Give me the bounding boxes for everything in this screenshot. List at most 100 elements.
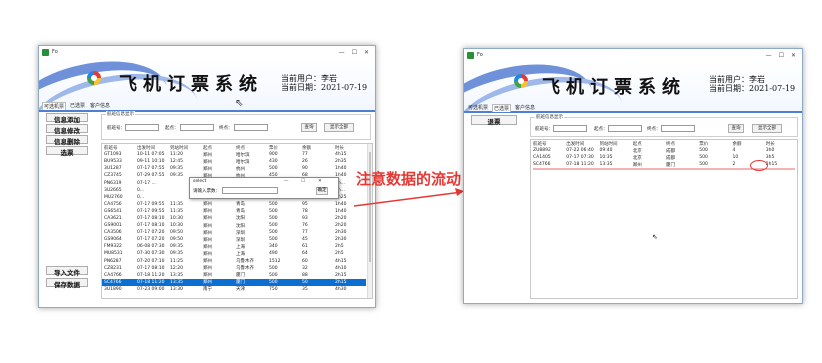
table-cell: 07-29 07:55	[137, 173, 165, 179]
table-row[interactable]: CA3506 07-17 07:20 09:50 郑州 深圳 500 77 2h30	[102, 229, 366, 236]
tab-selected[interactable]: 已选票	[69, 102, 86, 110]
import-file-button[interactable]: 导入文件	[46, 266, 88, 277]
tab-customers[interactable]: 客户信息	[89, 102, 111, 110]
table-cell: 77	[302, 230, 308, 236]
table-row[interactable]: CA4766 07-18 11:20 13:35 郑州 厦门 500 88 2h15	[102, 272, 366, 279]
table-cell: 07-17 07:30	[566, 155, 594, 160]
col-price[interactable]: 票价	[697, 140, 730, 147]
dialog-minimize-icon[interactable]: —	[284, 179, 289, 184]
table-cell: 杭州	[236, 166, 245, 172]
table-row[interactable]: 3U1287 07-17 07:55 09:35 郑州 杭州 500 90 1h40	[102, 165, 366, 172]
col-arrive[interactable]: 到站时间	[598, 140, 631, 147]
select-ticket-button[interactable]: 选票	[46, 146, 88, 157]
dest-input[interactable]	[661, 125, 695, 132]
search-button[interactable]: 查询	[728, 124, 744, 133]
table-row[interactable]: 3U1890 07-23 09:00 13:30 南宁 天津 750 35 4h30	[102, 286, 366, 293]
table-cell: 07-18 11:20	[566, 162, 594, 167]
table-row[interactable]: CZ8231 07-17 08:10 12:20 郑州 乌鲁木齐 500 32 4h10	[102, 265, 366, 272]
col-duration[interactable]: 时长	[333, 144, 366, 151]
table-cell: MU2760	[104, 194, 123, 200]
tab-selected[interactable]: 已选票	[492, 104, 512, 112]
search-button[interactable]: 查询	[301, 123, 317, 132]
minimize-icon[interactable]: —	[766, 52, 772, 59]
col-remaining[interactable]: 余额	[300, 144, 333, 151]
close-icon[interactable]: ✕	[364, 49, 369, 56]
table-cell: 64	[302, 251, 308, 257]
table-cell: 500	[269, 230, 278, 236]
table-row[interactable]: ZU8892 07-22 06:40 09:40 北京 成都 500 4 3h0	[531, 147, 797, 154]
table-row[interactable]: GS9001 07-17 08:10 10:30 郑州 沈阳 500 76 2h20	[102, 222, 366, 229]
table-cell: 青岛	[236, 202, 245, 208]
origin-input[interactable]	[608, 125, 642, 132]
table-cell: 4h10	[335, 265, 347, 271]
col-dest[interactable]: 终点	[664, 140, 697, 147]
tab-available[interactable]: 可选机票	[42, 102, 67, 110]
delete-info-button[interactable]: 信息删除	[46, 135, 88, 146]
table-cell: 3h5	[765, 155, 775, 160]
table-cell: 07-20 07:10	[137, 258, 165, 264]
table-cell: 500	[699, 155, 708, 160]
col-price[interactable]: 票价	[267, 144, 300, 151]
flight-no-input[interactable]	[553, 125, 587, 132]
table-cell: 郑州	[201, 278, 234, 286]
table-row[interactable]: BU9533 09-11 10:10 12:45 郑州 哈尔滨 430 26 2h35	[102, 158, 366, 165]
tab-available[interactable]: 可选机票	[467, 104, 489, 112]
dest-input[interactable]	[234, 124, 268, 131]
table-row[interactable]: CA4756 07-17 09:55 11:35 郑州 青岛 500 95 1h40	[102, 201, 366, 208]
table-row[interactable]: GS6541 07-17 09:55 11:35 郑州 青岛 500 78 1h40	[102, 208, 366, 215]
table-cell: 成都	[666, 148, 675, 154]
ticket-count-input[interactable]	[222, 187, 278, 194]
edit-info-button[interactable]: 信息修改	[46, 124, 88, 135]
table-cell: GS9064	[104, 237, 122, 243]
minimize-icon[interactable]: —	[339, 49, 345, 56]
show-all-button[interactable]: 显示全部	[324, 123, 354, 132]
table-row[interactable]: CA3621 07-17 08:10 10:30 郑州 沈阳 500 93 2h20	[102, 215, 366, 222]
dest-label: 终点：	[647, 127, 661, 132]
dialog-maximize-icon[interactable]: ☐	[301, 179, 305, 184]
maximize-icon[interactable]: ☐	[779, 52, 784, 59]
dialog-close-icon[interactable]: ✕	[318, 179, 322, 184]
table-cell: 2h5	[335, 251, 344, 257]
table-row[interactable]: PN6287 07-20 07:10 11:25 郑州 乌鲁木齐 1512 60 4h15	[102, 258, 366, 265]
close-icon[interactable]: ✕	[791, 52, 796, 59]
col-dest[interactable]: 终点	[234, 144, 267, 151]
table-cell: 11:35	[170, 208, 183, 214]
table-cell: 500	[269, 166, 278, 172]
add-info-button[interactable]: 信息添加	[46, 113, 88, 124]
highlight-circle	[750, 160, 768, 171]
table-cell: 430	[269, 159, 278, 165]
table-row[interactable]: FM9322 06-08 07:30 09:35 郑州 上海 340 61 2h5	[102, 243, 366, 250]
col-duration[interactable]: 时长	[764, 140, 797, 147]
table-row[interactable]: MU8531 07-30 07:30 09:35 郑州 上海 490 64 2h5	[102, 250, 366, 257]
col-arrive[interactable]: 到站时间	[168, 144, 201, 151]
col-depart[interactable]: 出发时间	[135, 144, 168, 151]
flight-no-input[interactable]	[125, 124, 159, 131]
table-cell: 32	[302, 265, 308, 271]
refund-button[interactable]: 退票	[471, 115, 517, 126]
confirm-button[interactable]: 确定	[316, 187, 328, 195]
show-all-button[interactable]: 显示全部	[752, 124, 782, 133]
col-origin[interactable]: 起点	[201, 144, 234, 151]
table-row[interactable]: SC4766 07-18 11:20 13:35 郑州 厦门 500 50 2h15	[102, 278, 366, 286]
table-cell: 郑州	[203, 266, 212, 272]
col-flight-no[interactable]: 航班号	[531, 140, 564, 147]
save-data-button[interactable]: 保存数据	[46, 278, 88, 289]
table-cell: 500	[267, 278, 300, 286]
window-caption: Fo	[477, 52, 483, 58]
col-origin[interactable]: 起点	[631, 140, 664, 147]
table-cell: 45	[302, 237, 308, 243]
table-header: 航班号 出发时间 到站时间 起点 终点 票价 余额 时长	[102, 144, 366, 151]
maximize-icon[interactable]: ☐	[352, 49, 357, 56]
origin-input[interactable]	[180, 124, 214, 131]
table-cell: 06-08 07:30	[137, 244, 165, 250]
table-row[interactable]: GS9064 07-17 07:20 09:50 郑州 深圳 500 45 2h30	[102, 236, 366, 243]
left-window: Fo — ☐ ✕ 飞机订票系统 当前用户：李岩 当前日期：2021-07-19 …	[38, 45, 376, 308]
col-remaining[interactable]: 余额	[731, 140, 764, 147]
tab-customers[interactable]: 客户信息	[514, 104, 536, 112]
col-depart[interactable]: 出发时间	[564, 140, 597, 147]
app-title: 飞机订票系统	[119, 74, 263, 95]
table-cell: 07-23 09:00	[137, 286, 165, 292]
table-row[interactable]: GT1093 10-11 07:05 11:20 郑州 哈尔滨 900 77 4h15	[102, 151, 366, 158]
table-cell: 郑州	[203, 237, 212, 243]
col-flight-no[interactable]: 航班号	[102, 144, 135, 151]
